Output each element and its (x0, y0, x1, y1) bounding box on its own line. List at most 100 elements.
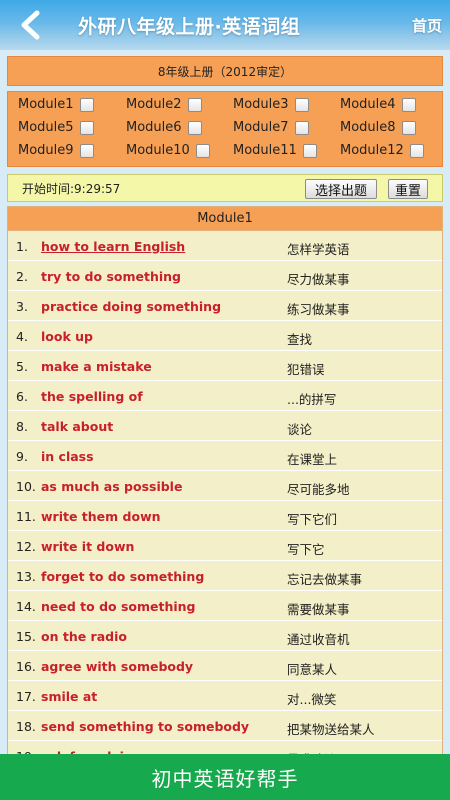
chinese-meaning: 查找 (287, 332, 313, 347)
module-option[interactable]: Module2 (126, 97, 202, 112)
module-checkbox[interactable] (401, 120, 416, 135)
english-phrase[interactable]: practice doing something (41, 299, 221, 314)
module-checkbox[interactable] (195, 143, 210, 158)
phrase-table: Module1 1. how to learn English 怎样学英语 2.… (7, 206, 443, 766)
row-number: 18. (16, 719, 36, 734)
english-phrase[interactable]: as much as possible (41, 479, 182, 494)
module-option[interactable]: Module9 (18, 143, 94, 158)
table-row: 8. talk about 谈论 (8, 411, 442, 441)
chinese-meaning: 同意某人 (287, 662, 338, 677)
module-label: Module9 (18, 143, 74, 158)
chinese-meaning: 写下它们 (287, 512, 338, 527)
module-option[interactable]: Module7 (233, 120, 309, 135)
english-phrase[interactable]: agree with somebody (41, 659, 193, 674)
english-phrase[interactable]: try to do something (41, 269, 181, 284)
chinese-meaning: 需要做某事 (287, 602, 350, 617)
home-link[interactable]: 首页 (412, 15, 442, 36)
table-row: 3. practice doing something 练习做某事 (8, 291, 442, 321)
module-label: Module7 (233, 120, 289, 135)
app-header: 外研八年级上册·英语词组 首页 (0, 0, 450, 50)
module-label: Module10 (126, 143, 190, 158)
english-phrase[interactable]: make a mistake (41, 359, 152, 374)
module-checkbox[interactable] (294, 120, 309, 135)
row-number: 6. (16, 389, 28, 404)
english-phrase[interactable]: in class (41, 449, 94, 464)
table-row: 14. need to do something 需要做某事 (8, 591, 442, 621)
row-number: 8. (16, 419, 28, 434)
chinese-meaning: 谈论 (287, 422, 313, 437)
module-checkbox[interactable] (79, 120, 94, 135)
module-option[interactable]: Module3 (233, 97, 309, 112)
module-option[interactable]: Module11 (233, 143, 317, 158)
module-checkbox[interactable] (187, 97, 202, 112)
module-checkbox[interactable] (187, 120, 202, 135)
footer-banner: 初中英语好帮手 (0, 754, 450, 800)
back-button[interactable] (14, 8, 48, 42)
module-option[interactable]: Module5 (18, 120, 94, 135)
english-phrase[interactable]: forget to do something (41, 569, 204, 584)
row-number: 17. (16, 689, 36, 704)
chinese-meaning: 通过收音机 (287, 632, 350, 647)
english-phrase[interactable]: write them down (41, 509, 161, 524)
english-phrase[interactable]: the spelling of (41, 389, 143, 404)
module-label: Module1 (18, 97, 74, 112)
module-option[interactable]: Module6 (126, 120, 202, 135)
module-option[interactable]: Module10 (126, 143, 210, 158)
module-label: Module8 (340, 120, 396, 135)
table-row: 5. make a mistake 犯错误 (8, 351, 442, 381)
quiz-control-bar: 开始时间:9:29:57 选择出题 重置 (7, 174, 443, 202)
module-checkbox[interactable] (409, 143, 424, 158)
table-row: 12. write it down 写下它 (8, 531, 442, 561)
english-phrase[interactable]: on the radio (41, 629, 127, 644)
module-option[interactable]: Module8 (340, 120, 416, 135)
chinese-meaning: 怎样学英语 (287, 242, 350, 257)
english-phrase[interactable]: send something to somebody (41, 719, 249, 734)
chinese-meaning: 犯错误 (287, 362, 325, 377)
module-label: Module11 (233, 143, 297, 158)
chinese-meaning: 练习做某事 (287, 302, 350, 317)
chinese-meaning: 对...微笑 (287, 692, 337, 707)
table-title: Module1 (8, 207, 442, 231)
module-option[interactable]: Module4 (340, 97, 416, 112)
chinese-meaning: 忘记去做某事 (287, 572, 363, 587)
module-checkbox[interactable] (79, 143, 94, 158)
english-phrase[interactable]: need to do something (41, 599, 196, 614)
row-number: 5. (16, 359, 28, 374)
chevron-left-icon (21, 10, 40, 40)
edition-label: 8年级上册（2012审定） (7, 56, 443, 86)
row-number: 16. (16, 659, 36, 674)
module-checkbox[interactable] (302, 143, 317, 158)
english-phrase[interactable]: write it down (41, 539, 134, 554)
table-row: 11. write them down 写下它们 (8, 501, 442, 531)
row-number: 13. (16, 569, 36, 584)
row-number: 14. (16, 599, 36, 614)
english-phrase[interactable]: smile at (41, 689, 97, 704)
module-checkbox[interactable] (79, 97, 94, 112)
select-questions-button[interactable]: 选择出题 (305, 179, 377, 199)
chinese-meaning: 尽力做某事 (287, 272, 350, 287)
english-phrase-link[interactable]: how to learn English (41, 239, 185, 254)
table-row: 1. how to learn English 怎样学英语 (8, 231, 442, 261)
row-number: 1. (16, 239, 28, 254)
row-number: 3. (16, 299, 28, 314)
chinese-meaning: 尽可能多地 (287, 482, 350, 497)
row-number: 2. (16, 269, 28, 284)
module-selector: Module1 Module2 Module3 Module4 Module5 … (7, 91, 443, 167)
module-checkbox[interactable] (401, 97, 416, 112)
english-phrase[interactable]: talk about (41, 419, 113, 434)
module-label: Module5 (18, 120, 74, 135)
module-option[interactable]: Module1 (18, 97, 94, 112)
module-label: Module12 (340, 143, 404, 158)
english-phrase[interactable]: look up (41, 329, 93, 344)
page-title: 外研八年级上册·英语词组 (78, 16, 301, 38)
table-row: 18. send something to somebody 把某物送给某人 (8, 711, 442, 741)
chinese-meaning: 把某物送给某人 (287, 722, 375, 737)
module-option[interactable]: Module12 (340, 143, 424, 158)
chinese-meaning: ...的拼写 (287, 392, 337, 407)
module-label: Module4 (340, 97, 396, 112)
row-number: 15. (16, 629, 36, 644)
reset-button[interactable]: 重置 (388, 179, 428, 199)
table-row: 2. try to do something 尽力做某事 (8, 261, 442, 291)
module-checkbox[interactable] (294, 97, 309, 112)
chinese-meaning: 在课堂上 (287, 452, 338, 467)
